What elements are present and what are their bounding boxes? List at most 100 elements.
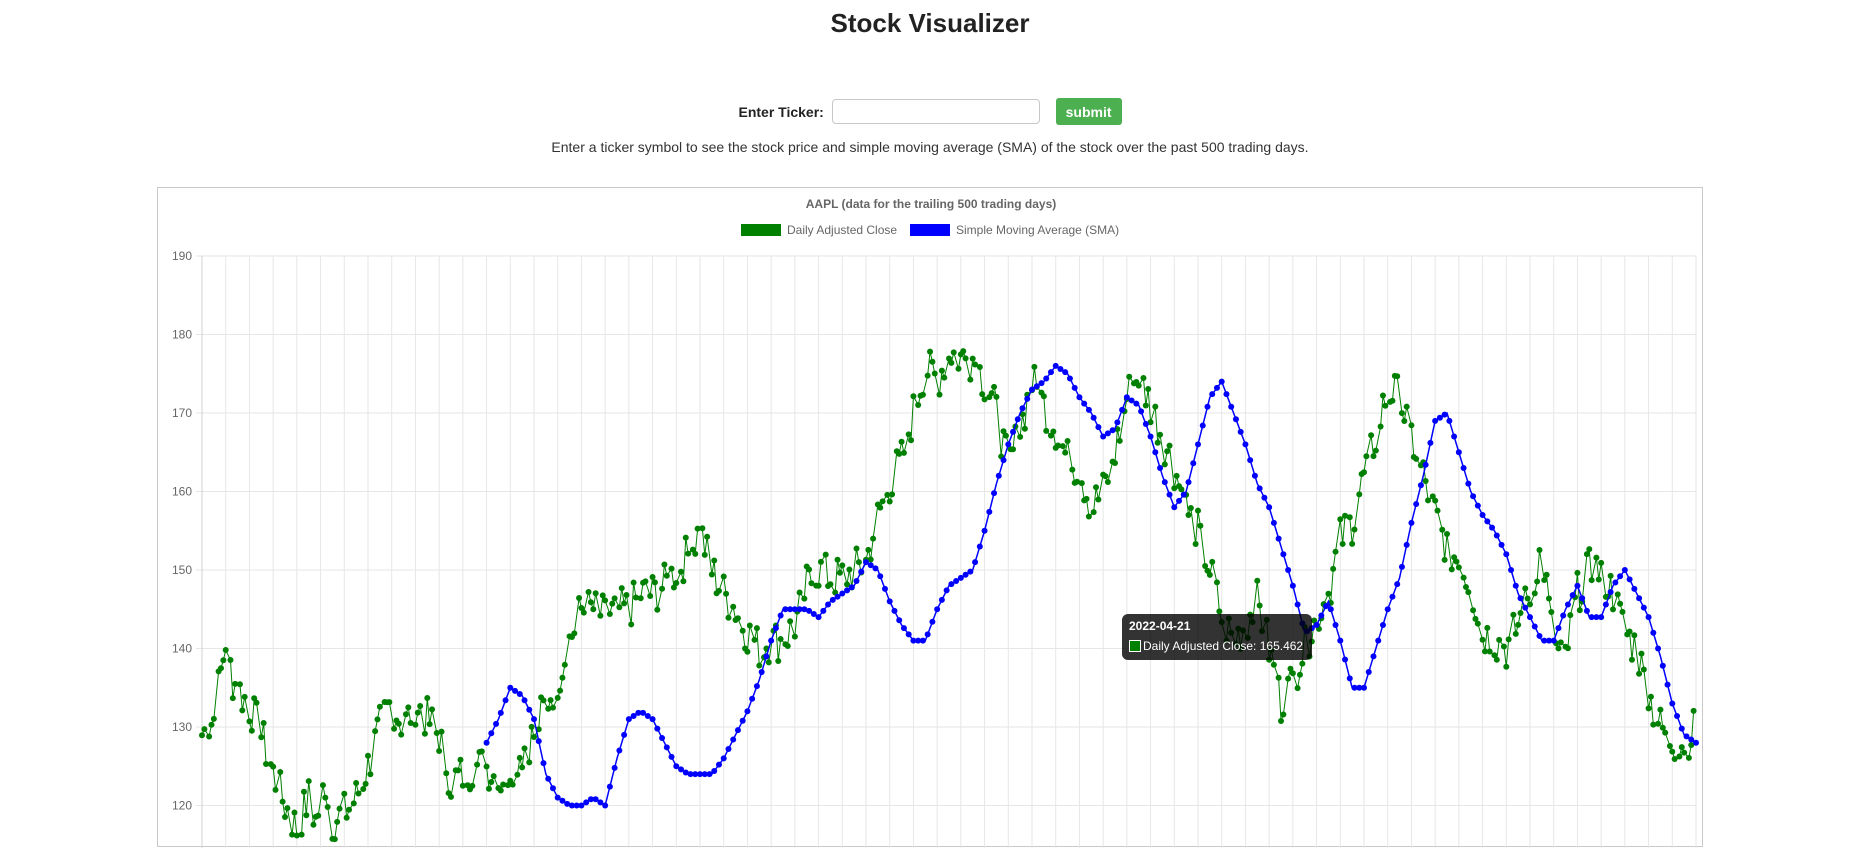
close-point — [386, 699, 393, 706]
chart-container: AAPL (data for the trailing 500 trading … — [157, 187, 1703, 848]
close-point — [365, 752, 371, 759]
close-point — [1640, 666, 1647, 673]
close-point — [889, 491, 896, 498]
sma-point — [1655, 645, 1662, 652]
close-point — [969, 355, 976, 362]
close-point — [1332, 548, 1339, 555]
close-point — [919, 391, 926, 398]
sma-point — [1090, 414, 1097, 421]
close-point — [1548, 609, 1555, 616]
sma-point — [825, 601, 832, 608]
close-point — [367, 771, 374, 778]
close-point — [360, 785, 367, 792]
close-point — [1062, 449, 1069, 456]
sma-point — [877, 573, 884, 580]
close-point — [673, 579, 680, 586]
close-point — [1685, 754, 1692, 761]
sma-point — [1166, 491, 1173, 498]
sma-point — [1370, 653, 1377, 660]
sma-point — [516, 691, 523, 698]
close-point — [609, 600, 616, 607]
close-point — [1349, 540, 1356, 547]
close-point — [1285, 675, 1292, 682]
close-point — [412, 721, 419, 728]
close-point — [756, 662, 763, 669]
sma-point — [1085, 406, 1092, 413]
sma-point — [943, 587, 950, 594]
close-point — [618, 585, 625, 592]
close-point — [1040, 393, 1047, 400]
close-point — [436, 748, 443, 755]
close-point — [1567, 612, 1574, 619]
close-point — [1192, 541, 1199, 548]
sma-point — [521, 697, 528, 704]
close-point — [376, 703, 383, 710]
sma-point — [891, 607, 898, 614]
close-point — [336, 805, 343, 812]
sma-point — [1171, 504, 1178, 511]
close-point — [488, 779, 495, 786]
sma-point — [1517, 595, 1524, 602]
sma-point — [1109, 427, 1116, 434]
close-point — [886, 498, 893, 505]
sma-point — [1133, 400, 1140, 407]
close-point — [1278, 717, 1284, 724]
close-point — [704, 533, 711, 540]
close-point — [692, 550, 699, 557]
close-point — [1626, 628, 1633, 635]
sma-point — [1161, 479, 1168, 486]
sma-point — [1531, 623, 1538, 630]
close-point — [1093, 484, 1100, 491]
close-point — [815, 582, 822, 589]
ticker-input[interactable] — [831, 99, 1040, 124]
sma-point — [668, 753, 675, 760]
close-point — [927, 348, 934, 355]
close-point — [701, 551, 708, 558]
close-point — [1669, 748, 1676, 755]
sma-point — [1474, 502, 1481, 509]
close-point — [592, 590, 599, 597]
close-point — [1666, 742, 1673, 749]
close-point — [642, 578, 649, 585]
close-point — [611, 595, 618, 602]
close-point — [1330, 565, 1337, 572]
close-point — [201, 726, 208, 733]
close-point — [915, 402, 922, 409]
close-point — [402, 711, 409, 718]
close-point — [279, 798, 286, 805]
close-point — [1496, 636, 1503, 643]
sma-point — [493, 720, 500, 727]
chart-tooltip: 2022-04-21 Daily Adjusted Close: 165.462 — [1122, 614, 1312, 660]
close-point — [1083, 495, 1090, 502]
sma-point — [1579, 595, 1586, 602]
y-tick-label: 190 — [172, 249, 192, 263]
sma-point — [545, 775, 552, 782]
tooltip-swatch — [1129, 640, 1141, 652]
close-point — [1145, 386, 1152, 393]
close-point — [720, 573, 727, 580]
close-point — [651, 579, 658, 586]
close-point — [836, 569, 843, 576]
close-point — [936, 391, 943, 398]
close-point — [303, 812, 310, 819]
close-point — [753, 625, 760, 632]
close-point — [1152, 403, 1159, 410]
close-point — [905, 431, 912, 438]
close-point — [1299, 660, 1306, 667]
close-point — [260, 720, 267, 727]
close-point — [931, 370, 938, 377]
sma-point — [1237, 428, 1244, 435]
close-point — [1576, 607, 1583, 614]
close-point — [1361, 469, 1367, 476]
sma-point — [1598, 614, 1605, 621]
close-point — [1425, 497, 1432, 504]
sma-point — [1289, 582, 1296, 589]
sma-point — [768, 637, 775, 644]
submit-button[interactable]: submit — [1055, 98, 1122, 125]
sma-point — [1493, 532, 1500, 539]
close-point — [540, 697, 547, 704]
close-point — [938, 367, 945, 374]
close-point — [1161, 461, 1168, 468]
close-point — [417, 703, 424, 710]
close-point — [298, 831, 305, 838]
